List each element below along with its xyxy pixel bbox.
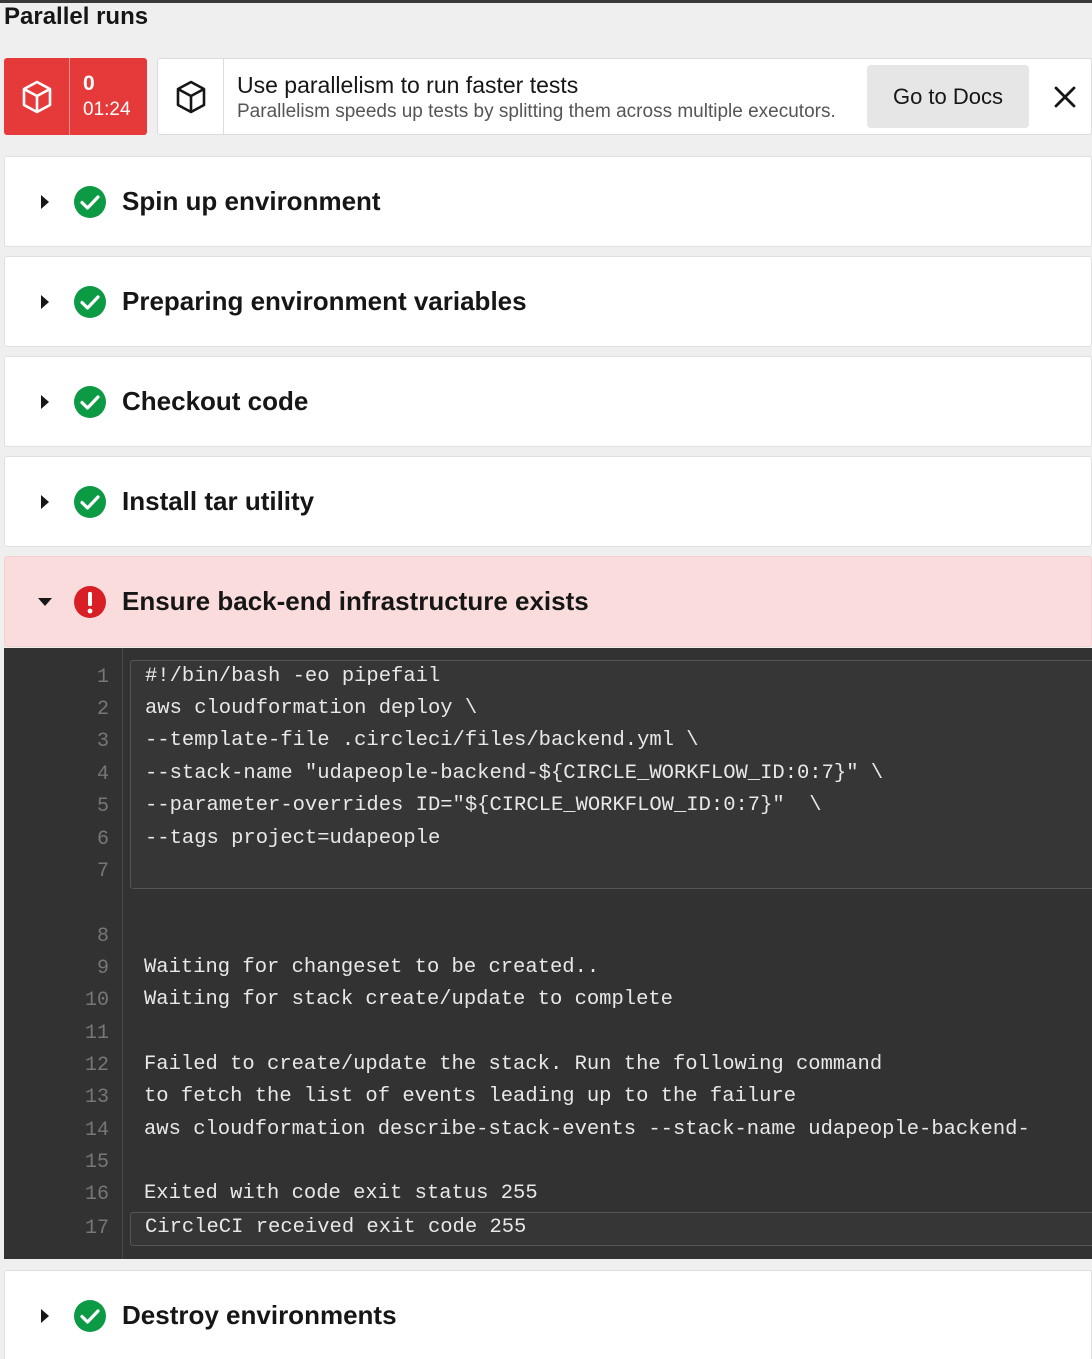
run-duration: 01:24 — [83, 98, 131, 120]
check-circle-icon — [73, 185, 107, 219]
caret-right-icon — [35, 494, 55, 510]
line-number: 14 — [84, 1119, 109, 1142]
step-label: Checkout code — [122, 386, 309, 416]
page-title: Parallel runs — [4, 3, 149, 30]
line-number: 15 — [84, 1151, 109, 1174]
step-label: Preparing environment variables — [122, 286, 527, 316]
log-line: --stack-name "udapeople-backend-${CIRCLE… — [145, 762, 884, 785]
line-number: 1 — [96, 666, 109, 689]
step-preparing-environment-variables[interactable]: Preparing environment variables — [4, 256, 1092, 347]
step-spin-up-environment[interactable]: Spin up environment — [4, 156, 1092, 247]
step-destroy-environments[interactable]: Destroy environments — [4, 1270, 1092, 1359]
check-circle-icon — [73, 1299, 107, 1333]
cube-icon — [158, 59, 224, 134]
parallelism-banner: Use parallelism to run faster tests Para… — [157, 58, 1092, 135]
step-label: Destroy environments — [122, 1300, 397, 1330]
log-line: --parameter-overrides ID="${CIRCLE_WORKF… — [145, 794, 822, 817]
cube-icon — [4, 58, 70, 135]
line-number: 16 — [84, 1183, 109, 1206]
line-number: 13 — [84, 1086, 109, 1109]
check-circle-icon — [73, 385, 107, 419]
step-log-output: 1 2 3 4 5 6 7 8 9 10 11 12 13 14 15 16 1… — [4, 648, 1092, 1259]
banner-subtitle: Parallelism speeds up tests by splitting… — [237, 100, 836, 122]
line-number: 17 — [84, 1217, 109, 1240]
step-checkout-code[interactable]: Checkout code — [4, 356, 1092, 447]
log-line: aws cloudformation describe-stack-events… — [144, 1118, 1030, 1141]
check-circle-icon — [73, 485, 107, 519]
caret-right-icon — [35, 394, 55, 410]
line-number: 7 — [96, 860, 109, 883]
log-line: Failed to create/update the stack. Run t… — [144, 1053, 883, 1076]
log-line: Waiting for changeset to be created.. — [144, 956, 600, 979]
line-number: 9 — [96, 957, 109, 980]
line-number: 11 — [84, 1022, 109, 1045]
step-label: Ensure back-end infrastructure exists — [122, 586, 589, 616]
log-line: #!/bin/bash -eo pipefail — [145, 665, 441, 688]
line-number: 8 — [96, 925, 109, 948]
log-line: aws cloudformation deploy \ — [145, 697, 478, 720]
go-to-docs-button[interactable]: Go to Docs — [867, 65, 1029, 128]
line-number: 3 — [96, 730, 109, 753]
log-line: --tags project=udapeople — [145, 827, 441, 850]
step-install-tar-utility[interactable]: Install tar utility — [4, 456, 1092, 547]
parallel-runs-bar: 0 01:24 Use parallelism to run faster te… — [4, 58, 1092, 135]
line-number: 12 — [84, 1054, 109, 1077]
log-line: --template-file .circleci/files/backend.… — [145, 729, 699, 752]
line-number: 6 — [96, 828, 109, 851]
line-number: 10 — [84, 989, 109, 1012]
step-label: Spin up environment — [122, 186, 381, 216]
run-index: 0 — [83, 71, 95, 95]
log-line: to fetch the list of events leading up t… — [144, 1085, 797, 1108]
line-number: 5 — [96, 795, 109, 818]
caret-right-icon — [35, 294, 55, 310]
error-circle-icon — [73, 585, 107, 619]
step-label: Install tar utility — [122, 486, 315, 516]
banner-title: Use parallelism to run faster tests — [237, 71, 579, 98]
close-icon[interactable] — [1039, 65, 1091, 128]
caret-right-icon — [35, 1308, 55, 1324]
caret-down-icon — [35, 597, 55, 607]
run-pill-0[interactable]: 0 01:24 — [4, 58, 147, 135]
line-number: 2 — [96, 698, 109, 721]
log-line: CircleCI received exit code 255 — [145, 1216, 527, 1239]
log-line: Exited with code exit status 255 — [144, 1182, 538, 1205]
line-number: 4 — [96, 763, 109, 786]
check-circle-icon — [73, 285, 107, 319]
step-ensure-back-end-infrastructure-exists[interactable]: Ensure back-end infrastructure exists — [4, 556, 1092, 647]
log-line: Waiting for stack create/update to compl… — [144, 988, 673, 1011]
caret-right-icon — [35, 194, 55, 210]
